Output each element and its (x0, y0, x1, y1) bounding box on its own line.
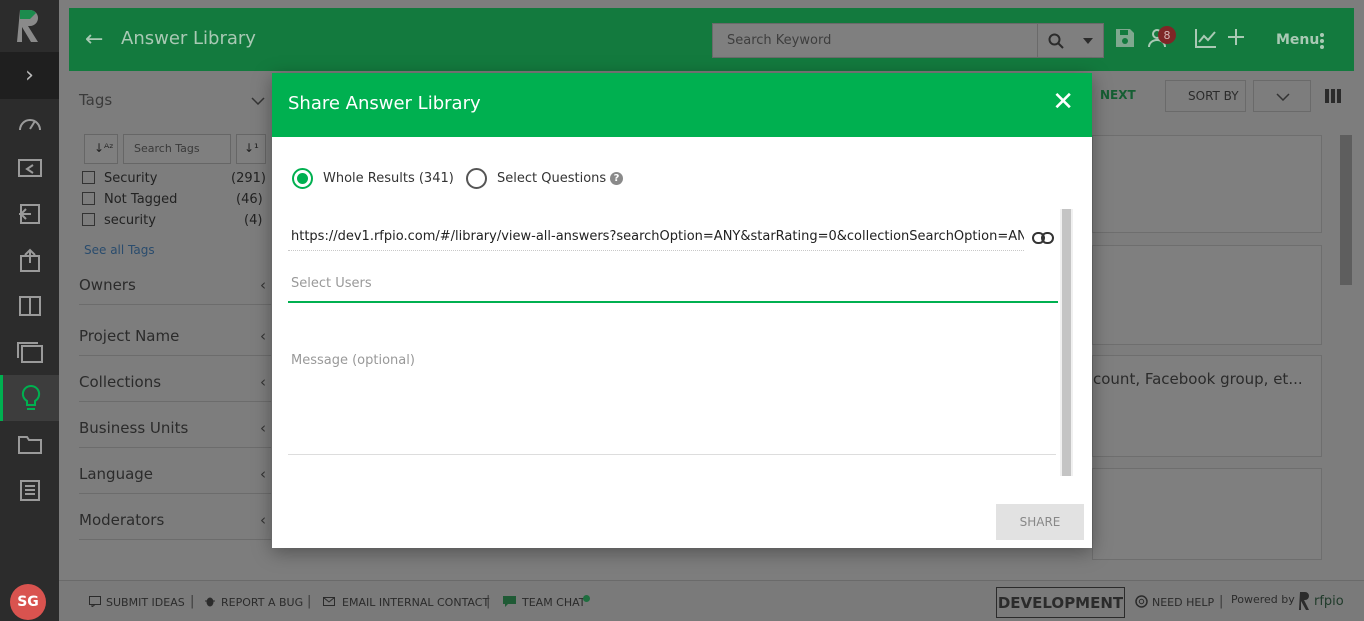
team-chat-icon (503, 596, 516, 607)
online-status-dot (583, 595, 590, 602)
intake-icon[interactable] (0, 191, 59, 237)
footer-bar: SUBMIT IDEAS | REPORT A BUG | EMAIL INTE… (59, 580, 1364, 621)
answer-library-lightbulb-icon[interactable] (0, 375, 59, 421)
sort-dropdown[interactable] (1253, 80, 1311, 112)
columns-icon[interactable] (1325, 89, 1341, 103)
search-input[interactable]: Search Keyword (712, 23, 1038, 58)
folder-icon[interactable] (0, 421, 59, 467)
mail-icon (323, 597, 335, 606)
environment-badge: DEVELOPMENT (996, 587, 1125, 618)
email-internal-contact-link[interactable]: EMAIL INTERNAL CONTACT (342, 596, 489, 609)
tag-count: (46) (236, 192, 263, 207)
answer-card[interactable] (1092, 468, 1322, 560)
tag-count: (291) (231, 171, 266, 186)
search-button[interactable] (1037, 23, 1104, 58)
menu-button[interactable]: Menu (1276, 32, 1319, 48)
content-scrollbar[interactable] (1340, 135, 1352, 285)
filter-section-language[interactable]: Language ‹ (79, 465, 271, 494)
search-tags-input[interactable]: Search Tags (123, 134, 231, 164)
import-icon[interactable] (0, 145, 59, 191)
powered-by-label: Powered by (1231, 593, 1295, 606)
modal-scrollbar[interactable] (1060, 209, 1073, 476)
filter-section-business-units[interactable]: Business Units ‹ (79, 419, 271, 448)
sort-numeric-icon[interactable]: ↓¹ (236, 134, 266, 164)
save-icon[interactable] (1115, 28, 1135, 48)
lifebuoy-icon (1135, 595, 1148, 608)
app-header: ← Answer Library Search Keyword 8 Menu (69, 8, 1354, 71)
export-icon[interactable] (0, 237, 59, 283)
filter-section-project-name[interactable]: Project Name ‹ (79, 327, 271, 356)
kebab-menu-icon[interactable] (1319, 32, 1325, 50)
answer-card[interactable] (1092, 245, 1322, 345)
bug-icon (205, 597, 215, 607)
notification-badge: 8 (1158, 26, 1176, 44)
caret-down-icon[interactable] (1083, 37, 1094, 44)
report-bug-link[interactable]: REPORT A BUG (221, 596, 303, 609)
search-icon (1048, 33, 1064, 49)
reports-icon[interactable] (0, 467, 59, 513)
need-help-link[interactable]: NEED HELP (1152, 596, 1214, 609)
filter-section-collections[interactable]: Collections ‹ (79, 373, 271, 402)
sort-by-button[interactable]: SORT BY (1165, 80, 1246, 112)
radio-whole-results[interactable]: Whole Results (341) (292, 168, 454, 189)
user-avatar[interactable]: SG (10, 584, 46, 620)
filter-section-owners[interactable]: Owners ‹ (79, 276, 271, 305)
team-chat-link[interactable]: TEAM CHAT (522, 596, 586, 609)
rfpio-brand-logo-icon (1299, 592, 1309, 610)
answer-card-text: count, Facebook group, et... (1093, 370, 1303, 388)
share-url-field[interactable]: https://dev1.rfpio.com/#/library/view-al… (288, 223, 1024, 251)
tag-checkbox-item[interactable]: Security (82, 171, 157, 186)
brand-name: rfpio (1314, 594, 1344, 609)
chevron-down-icon[interactable] (251, 97, 265, 105)
help-question-icon[interactable]: ? (610, 172, 623, 185)
analytics-chart-icon[interactable] (1195, 28, 1217, 48)
book-icon[interactable] (0, 283, 59, 329)
modal-title: Share Answer Library (288, 93, 481, 114)
message-textarea[interactable]: Message (optional) (288, 349, 1056, 455)
radio-selected-icon (292, 168, 313, 189)
filter-panel: Tags ↓ᴬᶻ Search Tags ↓¹ Security (291) N… (69, 71, 279, 571)
dashboard-icon[interactable] (0, 99, 59, 145)
back-arrow-icon[interactable]: ← (85, 27, 103, 52)
chevron-down-icon (1276, 93, 1290, 101)
page-title: Answer Library (121, 28, 256, 49)
select-users-input[interactable]: Select Users (288, 271, 1058, 303)
radio-select-questions[interactable]: Select Questions (466, 168, 606, 189)
close-icon[interactable]: ✕ (1052, 89, 1074, 115)
tag-checkbox-item[interactable]: security (82, 213, 156, 228)
radio-unselected-icon (466, 168, 487, 189)
left-nav-rail: › SG (0, 0, 59, 621)
answer-card[interactable]: count, Facebook group, et... (1092, 355, 1322, 457)
sort-alpha-icon[interactable]: ↓ᴬᶻ (84, 134, 118, 164)
filter-section-moderators[interactable]: Moderators ‹ (79, 511, 271, 540)
add-plus-icon[interactable] (1227, 28, 1245, 46)
rfpio-logo[interactable] (0, 0, 59, 52)
chat-bubble-icon (89, 596, 101, 607)
tag-checkbox-item[interactable]: Not Tagged (82, 192, 177, 207)
copy-link-icon[interactable] (1032, 231, 1054, 245)
tags-header[interactable]: Tags (79, 91, 112, 109)
submit-ideas-link[interactable]: SUBMIT IDEAS (106, 596, 185, 609)
next-button[interactable]: NEXT (1100, 88, 1136, 102)
expand-nav-icon[interactable]: › (0, 52, 59, 99)
share-button[interactable]: SHARE (996, 504, 1084, 540)
see-all-tags-link[interactable]: See all Tags (84, 243, 155, 257)
modal-header: Share Answer Library ✕ (272, 73, 1092, 137)
tag-count: (4) (244, 213, 263, 228)
share-answer-library-modal: Share Answer Library ✕ Whole Results (34… (272, 73, 1092, 548)
answer-card[interactable] (1092, 135, 1322, 233)
documents-icon[interactable] (0, 329, 59, 375)
